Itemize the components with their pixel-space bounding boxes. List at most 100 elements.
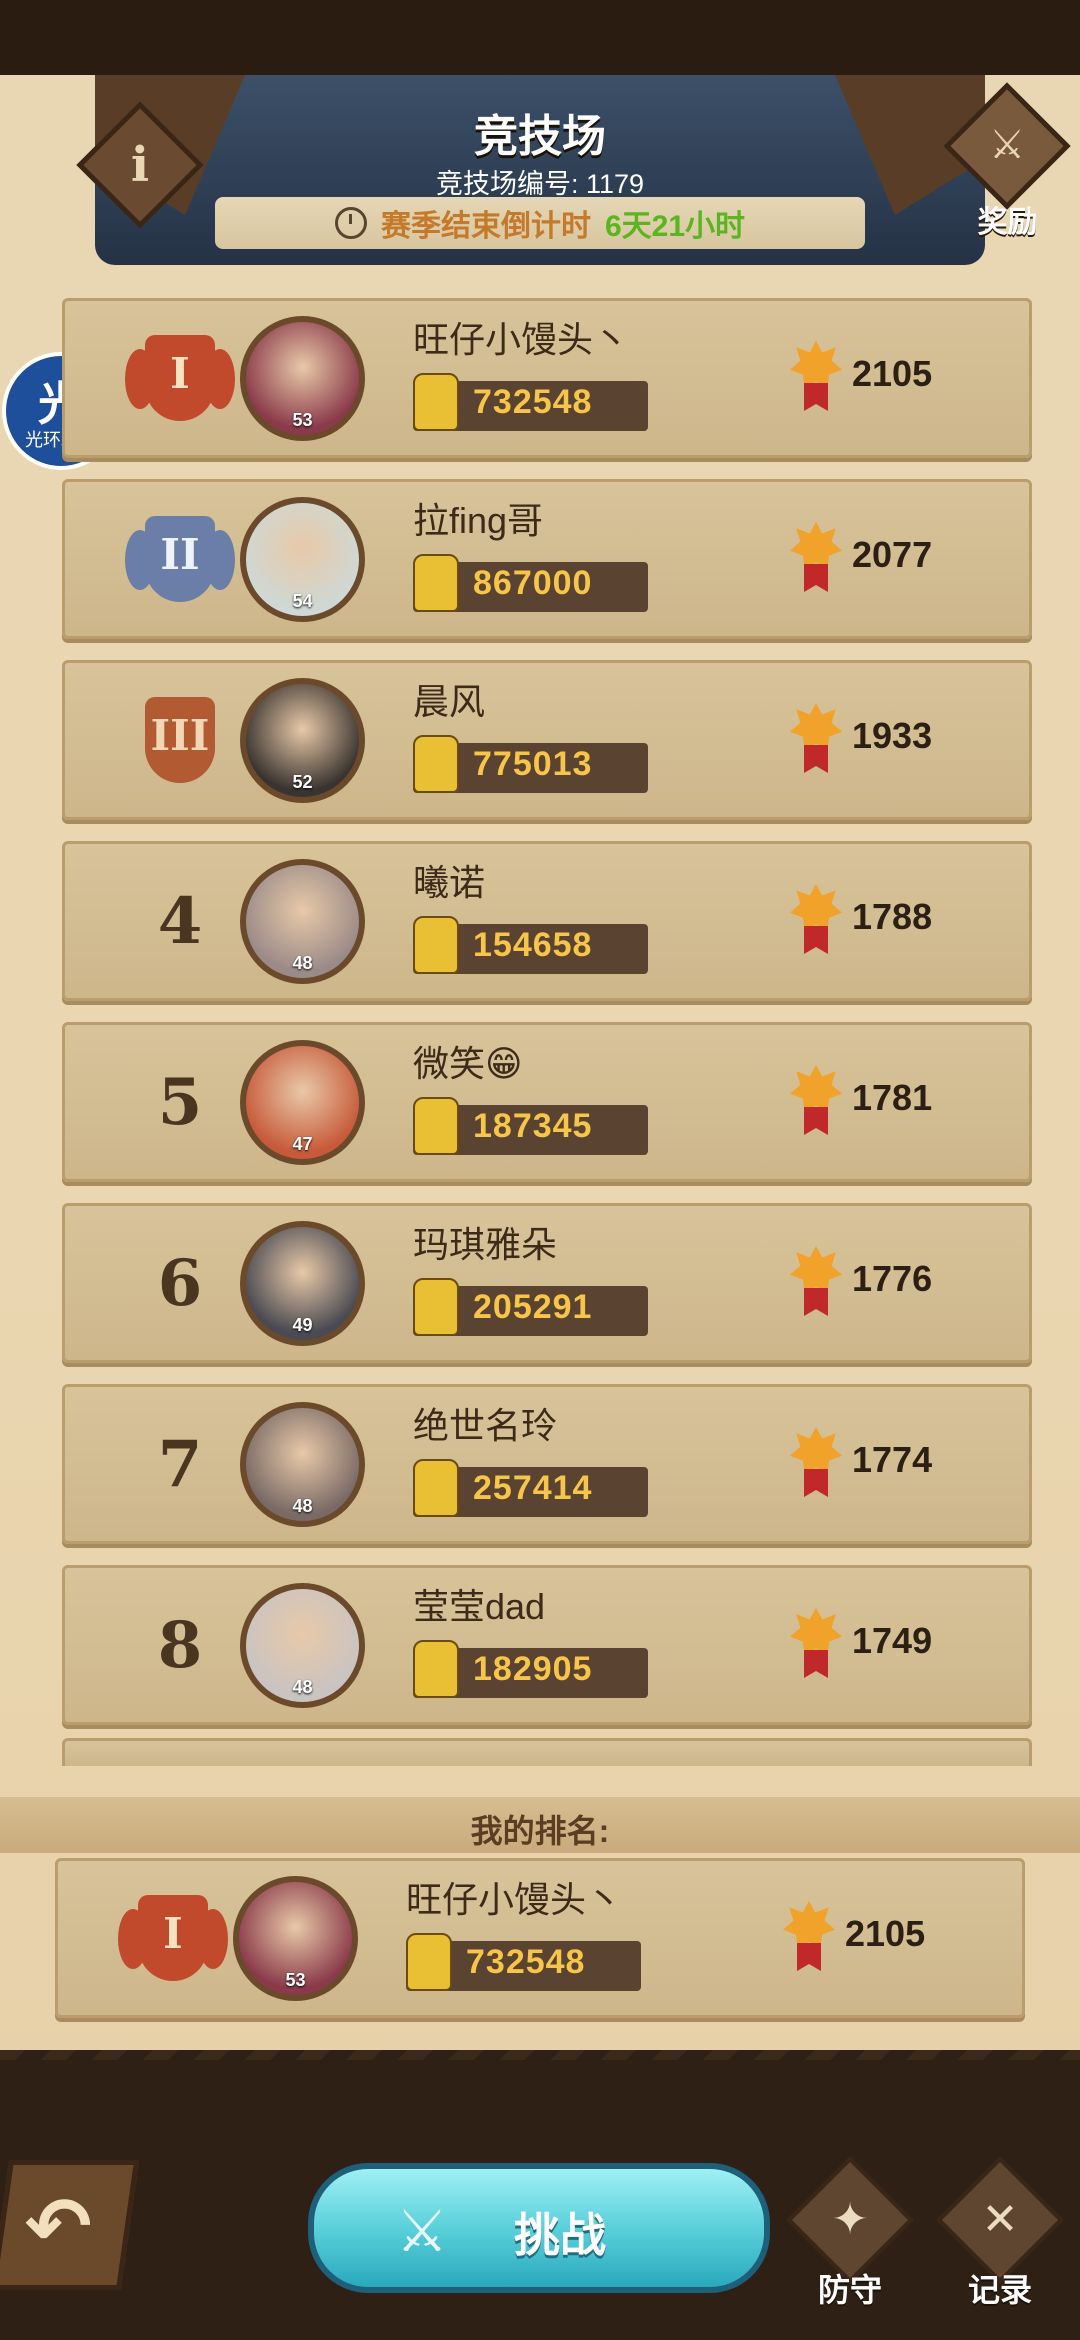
fist-icon — [413, 554, 459, 612]
scroll-icon: ✕ — [981, 2195, 1019, 2244]
player-name: 曦诺 — [413, 862, 486, 903]
fist-icon — [413, 1278, 459, 1336]
avatar-level: 47 — [292, 1134, 313, 1154]
clock-icon — [334, 207, 367, 239]
crossed-swords-icon: ⚔ — [989, 123, 1025, 167]
avatar[interactable]: 52 — [240, 678, 365, 803]
fist-icon — [413, 1640, 459, 1698]
arena-score: 2105 — [852, 353, 933, 394]
leaderboard-row[interactable]: 7 48 绝世名玲 257414 1774 — [62, 1384, 1032, 1544]
leaderboard-row[interactable]: III 52 晨风 775013 1933 — [62, 660, 1032, 820]
combat-power: 867000 — [473, 564, 593, 602]
combat-power: 775013 — [473, 745, 593, 783]
avatar[interactable]: 54 — [240, 497, 365, 622]
player-name: 拉fing哥 — [413, 500, 544, 541]
trophy-icon — [790, 1608, 842, 1678]
countdown-label: 赛季结束倒计时 — [380, 210, 591, 243]
countdown-value: 6天21小时 — [604, 210, 746, 243]
arena-score: 2077 — [852, 534, 933, 575]
avatar-level: 48 — [292, 1496, 313, 1516]
gold-medal-icon: I — [118, 1889, 228, 1989]
avatar[interactable]: 48 — [240, 1402, 365, 1527]
rank-number: 6 — [157, 1246, 203, 1321]
avatar-level: 52 — [292, 772, 313, 792]
shield-icon: ✦ — [831, 2195, 869, 2244]
fist-icon — [413, 735, 459, 793]
avatar[interactable]: 49 — [240, 1221, 365, 1346]
fist-icon — [413, 1459, 459, 1517]
back-button[interactable]: ↶ — [0, 2160, 140, 2290]
trophy-icon — [790, 341, 842, 411]
season-countdown: 赛季结束倒计时 6天21小时 — [215, 197, 865, 249]
avatar-level: 48 — [292, 953, 313, 973]
rank-number: 8 — [157, 1608, 203, 1683]
combat-power: 732548 — [473, 383, 593, 421]
leaderboard-row[interactable]: 8 48 莹莹dad 182905 1749 — [62, 1565, 1032, 1725]
reward-label: 奖励 — [977, 206, 1038, 239]
leaderboard-row[interactable]: 6 49 玛琪雅朵 205291 1776 — [62, 1203, 1032, 1363]
avatar-level: 53 — [292, 410, 313, 430]
silver-medal-icon: II — [125, 510, 235, 610]
gold-medal-icon: I — [125, 329, 235, 429]
challenge-button[interactable]: ⚔ 挑战 — [308, 2163, 770, 2293]
avatar[interactable]: 53 — [233, 1876, 358, 2001]
player-name: 玛琪雅朵 — [413, 1224, 558, 1265]
my-rank-row[interactable]: I 53 旺仔小馒头丶 732548 2105 — [55, 1858, 1025, 2018]
avatar[interactable]: 47 — [240, 1040, 365, 1165]
trophy-icon — [790, 884, 842, 954]
player-name: 晨风 — [413, 681, 486, 722]
player-name: 莹莹dad — [413, 1586, 546, 1627]
arena-score: 1749 — [852, 1620, 933, 1661]
fist-icon — [413, 916, 459, 974]
leaderboard-row[interactable]: II 54 拉fing哥 867000 2077 — [62, 479, 1032, 639]
trophy-icon — [790, 1065, 842, 1135]
rank-number: 7 — [157, 1427, 203, 1502]
leaderboard-row[interactable]: 5 47 微笑😁 187345 1781 — [62, 1022, 1032, 1182]
defend-label: 防守 — [817, 2272, 882, 2308]
bronze-medal-icon: III — [125, 691, 235, 791]
my-rank-label: 我的排名: — [470, 1813, 610, 1849]
trophy-icon — [783, 1901, 835, 1971]
avatar[interactable]: 53 — [240, 316, 365, 441]
info-icon: i — [130, 137, 150, 193]
record-button[interactable]: ✕ 记录 — [936, 2156, 1064, 2320]
combat-power: 257414 — [473, 1469, 593, 1507]
defend-button[interactable]: ✦ 防守 — [786, 2156, 914, 2320]
list-next-row-partial[interactable] — [62, 1738, 1032, 1766]
status-bar — [0, 0, 1080, 75]
avatar-level: 53 — [285, 1970, 306, 1990]
arena-score: 1781 — [852, 1077, 933, 1118]
arena-score: 2105 — [845, 1913, 926, 1954]
trophy-icon — [790, 1246, 842, 1316]
avatar-level: 49 — [292, 1315, 313, 1335]
fist-icon — [413, 373, 459, 431]
avatar[interactable]: 48 — [240, 1583, 365, 1708]
avatar[interactable]: 48 — [240, 859, 365, 984]
arena-score: 1788 — [852, 896, 933, 937]
back-arrow-icon: ↶ — [24, 2182, 92, 2271]
arena-score: 1776 — [852, 1258, 933, 1299]
arena-score: 1933 — [852, 715, 933, 756]
arena-score: 1774 — [852, 1439, 933, 1480]
combat-power: 182905 — [473, 1650, 593, 1688]
trophy-icon — [790, 703, 842, 773]
avatar-level: 54 — [292, 591, 313, 611]
rank-number: 4 — [157, 884, 203, 959]
leaderboard-row[interactable]: 4 48 曦诺 154658 1788 — [62, 841, 1032, 1001]
trophy-icon — [790, 522, 842, 592]
leaderboard-row[interactable]: I 53 旺仔小馒头丶 732548 2105 — [62, 298, 1032, 458]
player-name: 绝世名玲 — [413, 1405, 558, 1446]
combat-power: 154658 — [473, 926, 593, 964]
player-name: 微笑😁 — [413, 1043, 523, 1084]
combat-power: 205291 — [473, 1288, 593, 1326]
combat-power: 732548 — [466, 1943, 586, 1981]
rank-number: 5 — [157, 1065, 203, 1140]
trophy-icon — [790, 1427, 842, 1497]
record-label: 记录 — [967, 2272, 1032, 2308]
avatar-level: 48 — [292, 1677, 313, 1697]
combat-power: 187345 — [473, 1107, 593, 1145]
fist-icon — [406, 1933, 452, 1991]
reward-button[interactable]: ⚔ 奖励 — [943, 82, 1071, 239]
challenge-label: 挑战 — [514, 2209, 606, 2261]
sword-icon: ⚔ — [396, 2199, 448, 2264]
